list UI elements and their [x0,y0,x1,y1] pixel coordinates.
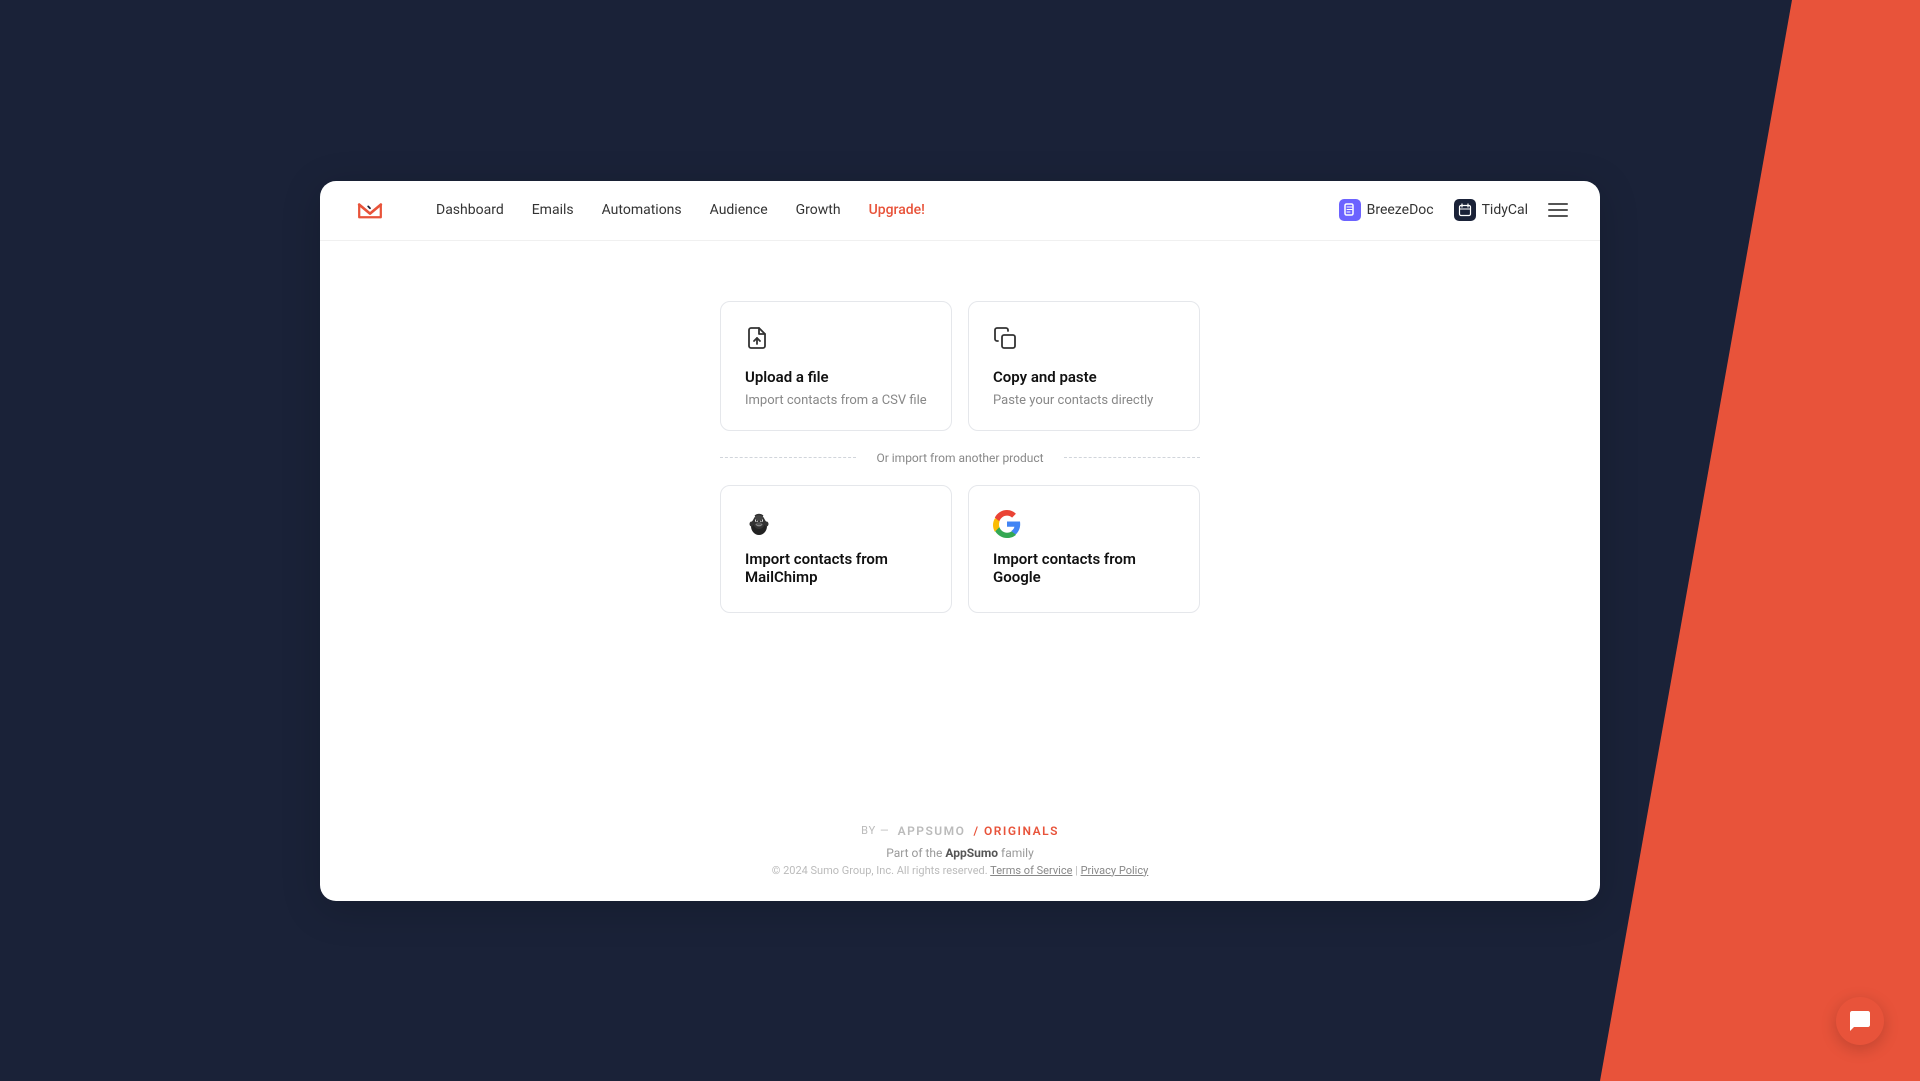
nav-growth[interactable]: Growth [796,202,841,218]
footer-appsumo: APPSUMO [898,824,966,838]
import-cards-bottom: Import contacts from MailChimp Import co… [720,485,1200,613]
footer-copyright-text: © 2024 Sumo Group, Inc. All rights reser… [772,864,988,877]
copy-paste-icon [993,326,1175,356]
import-cards-top: Upload a file Import contacts from a CSV… [720,301,1200,431]
mailchimp-icon [745,510,773,538]
google-title: Import contacts from Google [993,550,1175,586]
nav-audience[interactable]: Audience [710,202,768,218]
main-card: Dashboard Emails Automations Audience Gr… [320,181,1600,901]
tidycal-icon [1454,199,1476,221]
import-card-mailchimp[interactable]: Import contacts from MailChimp [720,485,952,613]
footer-separator: | [1075,864,1078,877]
footer-part-of: Part of the AppSumo family [352,846,1568,860]
breezedoc-icon [1339,199,1361,221]
copy-paste-title: Copy and paste [993,368,1175,386]
upload-file-desc: Import contacts from a CSV file [745,392,927,410]
footer-appsumo-link[interactable]: AppSumo [945,846,998,860]
import-card-google[interactable]: Import contacts from Google [968,485,1200,613]
nav-automations[interactable]: Automations [602,202,682,218]
divider-line-right [1064,457,1200,458]
upload-file-icon [745,326,927,356]
footer-part-text: Part of the [886,846,945,860]
nav-right: BreezeDoc TidyCal [1339,199,1568,221]
footer: BY — APPSUMO / ORIGINALS Part of the App… [320,796,1600,901]
navbar: Dashboard Emails Automations Audience Gr… [320,181,1600,241]
divider-line-left [720,457,856,458]
nav-upgrade[interactable]: Upgrade! [869,202,925,218]
mailchimp-title: Import contacts from MailChimp [745,550,927,586]
copy-paste-desc: Paste your contacts directly [993,392,1175,410]
footer-terms-link[interactable]: Terms of Service [990,864,1072,877]
logo [352,192,388,228]
hamburger-menu[interactable] [1548,200,1568,220]
footer-originals: / ORIGINALS [973,824,1058,838]
divider: Or import from another product [720,451,1200,465]
nav-emails[interactable]: Emails [532,202,574,218]
bg-accent-corner [1600,0,1920,1081]
nav-links: Dashboard Emails Automations Audience Gr… [436,202,1307,218]
nav-dashboard[interactable]: Dashboard [436,202,504,218]
main-content: Upload a file Import contacts from a CSV… [320,241,1600,796]
nav-app-breezedoc[interactable]: BreezeDoc [1339,199,1434,221]
footer-brand: BY — APPSUMO / ORIGINALS [352,824,1568,838]
breezedoc-label: BreezeDoc [1367,202,1434,218]
nav-app-tidycal[interactable]: TidyCal [1454,199,1528,221]
tidycal-label: TidyCal [1482,202,1528,218]
footer-by: BY — [861,824,889,837]
footer-copyright: © 2024 Sumo Group, Inc. All rights reser… [352,864,1568,877]
google-icon [993,510,1021,538]
import-card-copy-paste[interactable]: Copy and paste Paste your contacts direc… [968,301,1200,431]
footer-family: family [998,846,1034,860]
footer-privacy-link[interactable]: Privacy Policy [1081,864,1149,877]
import-card-upload[interactable]: Upload a file Import contacts from a CSV… [720,301,952,431]
upload-file-title: Upload a file [745,368,927,386]
divider-label: Or import from another product [868,451,1051,465]
chat-button[interactable] [1836,997,1884,1045]
